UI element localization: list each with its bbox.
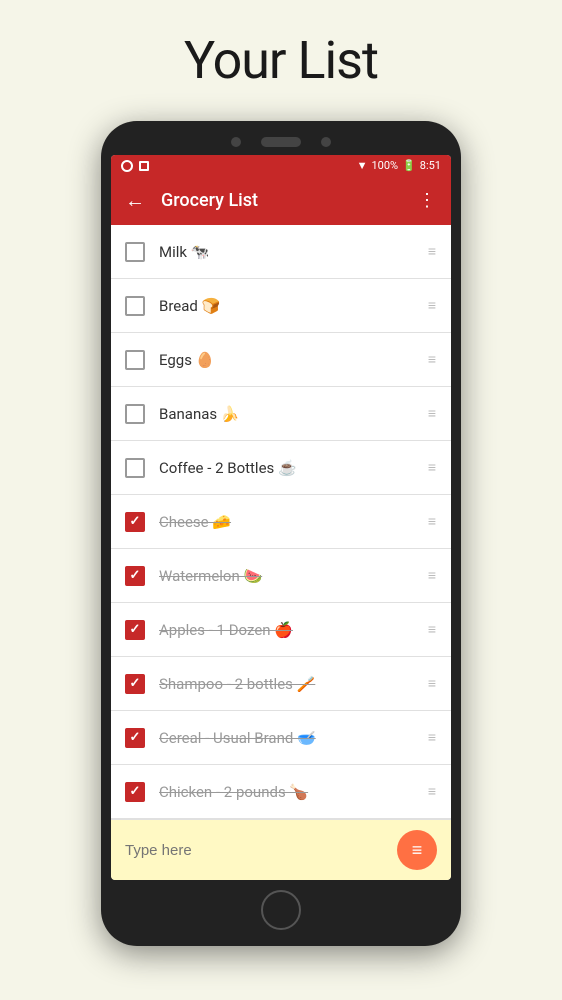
signal-icon <box>121 160 133 172</box>
list-item: Bananas 🍌 ≡ <box>111 387 451 441</box>
item-label: Milk 🐄 <box>159 243 418 261</box>
item-label: Bread 🍞 <box>159 297 418 315</box>
list-item: Chicken - 2 pounds 🍗 ≡ <box>111 765 451 819</box>
item-label: Watermelon 🍉 <box>159 567 418 585</box>
status-left <box>121 160 149 172</box>
back-button[interactable]: ← <box>125 188 145 213</box>
drag-handle-icon[interactable]: ≡ <box>428 405 437 422</box>
list-item: Shampoo - 2 bottles 🪥 ≡ <box>111 657 451 711</box>
drag-handle-icon[interactable]: ≡ <box>428 621 437 638</box>
type-input[interactable] <box>125 842 397 859</box>
item-label: Bananas 🍌 <box>159 405 418 423</box>
phone-camera-row <box>111 137 451 147</box>
item-label: Cereal - Usual Brand 🥣 <box>159 729 418 747</box>
phone-screen: ▼ 100% 🔋 8:51 ← Grocery List ⋮ Milk 🐄≡Br… <box>111 155 451 880</box>
drag-handle-icon[interactable]: ≡ <box>428 297 437 314</box>
camera-dot <box>231 137 241 147</box>
drag-handle-icon[interactable]: ≡ <box>428 513 437 530</box>
list-item: Eggs 🥚 ≡ <box>111 333 451 387</box>
drag-handle-icon[interactable]: ≡ <box>428 783 437 800</box>
signal-strength: ▼ <box>357 159 368 172</box>
item-checkbox[interactable] <box>125 458 145 478</box>
data-icon <box>139 161 149 171</box>
drag-handle-icon[interactable]: ≡ <box>428 459 437 476</box>
item-label: Coffee - 2 Bottles ☕ <box>159 459 418 477</box>
item-checkbox[interactable] <box>125 782 145 802</box>
item-checkbox[interactable] <box>125 566 145 586</box>
drag-handle-icon[interactable]: ≡ <box>428 567 437 584</box>
battery-percent: 100% <box>371 159 398 172</box>
input-area: ≡ <box>111 819 451 880</box>
list-item: Coffee - 2 Bottles ☕ ≡ <box>111 441 451 495</box>
status-bar: ▼ 100% 🔋 8:51 <box>111 155 451 176</box>
item-checkbox[interactable] <box>125 350 145 370</box>
item-label: Chicken - 2 pounds 🍗 <box>159 783 418 801</box>
overflow-menu-button[interactable]: ⋮ <box>418 190 437 211</box>
grocery-list: Milk 🐄≡Bread 🍞≡Eggs 🥚≡Bananas 🍌≡Coffee -… <box>111 225 451 819</box>
list-item: Apples - 1 Dozen 🍎 ≡ <box>111 603 451 657</box>
page-title: Your List <box>184 30 378 91</box>
list-item: Cheese 🧀 ≡ <box>111 495 451 549</box>
item-checkbox[interactable] <box>125 674 145 694</box>
phone-frame: ▼ 100% 🔋 8:51 ← Grocery List ⋮ Milk 🐄≡Br… <box>101 121 461 946</box>
list-item: Cereal - Usual Brand 🥣 ≡ <box>111 711 451 765</box>
mic-icon: ≡ <box>412 840 423 861</box>
camera-dot-right <box>321 137 331 147</box>
item-label: Apples - 1 Dozen 🍎 <box>159 621 418 639</box>
item-checkbox[interactable] <box>125 404 145 424</box>
item-checkbox[interactable] <box>125 512 145 532</box>
status-right: ▼ 100% 🔋 8:51 <box>357 159 441 172</box>
drag-handle-icon[interactable]: ≡ <box>428 729 437 746</box>
app-bar-title: Grocery List <box>161 190 418 211</box>
battery-icon: 🔋 <box>402 159 416 172</box>
time: 8:51 <box>420 159 441 172</box>
item-label: Shampoo - 2 bottles 🪥 <box>159 675 418 693</box>
speaker <box>261 137 301 147</box>
item-label: Cheese 🧀 <box>159 513 418 531</box>
drag-handle-icon[interactable]: ≡ <box>428 351 437 368</box>
drag-handle-icon[interactable]: ≡ <box>428 675 437 692</box>
list-item: Milk 🐄 ≡ <box>111 225 451 279</box>
mic-button[interactable]: ≡ <box>397 830 437 870</box>
home-button[interactable] <box>261 890 301 930</box>
phone-home-bar <box>111 890 451 930</box>
list-item: Bread 🍞 ≡ <box>111 279 451 333</box>
list-item: Watermelon 🍉 ≡ <box>111 549 451 603</box>
item-checkbox[interactable] <box>125 620 145 640</box>
item-label: Eggs 🥚 <box>159 351 418 369</box>
drag-handle-icon[interactable]: ≡ <box>428 243 437 260</box>
item-checkbox[interactable] <box>125 242 145 262</box>
item-checkbox[interactable] <box>125 728 145 748</box>
item-checkbox[interactable] <box>125 296 145 316</box>
app-bar: ← Grocery List ⋮ <box>111 176 451 225</box>
